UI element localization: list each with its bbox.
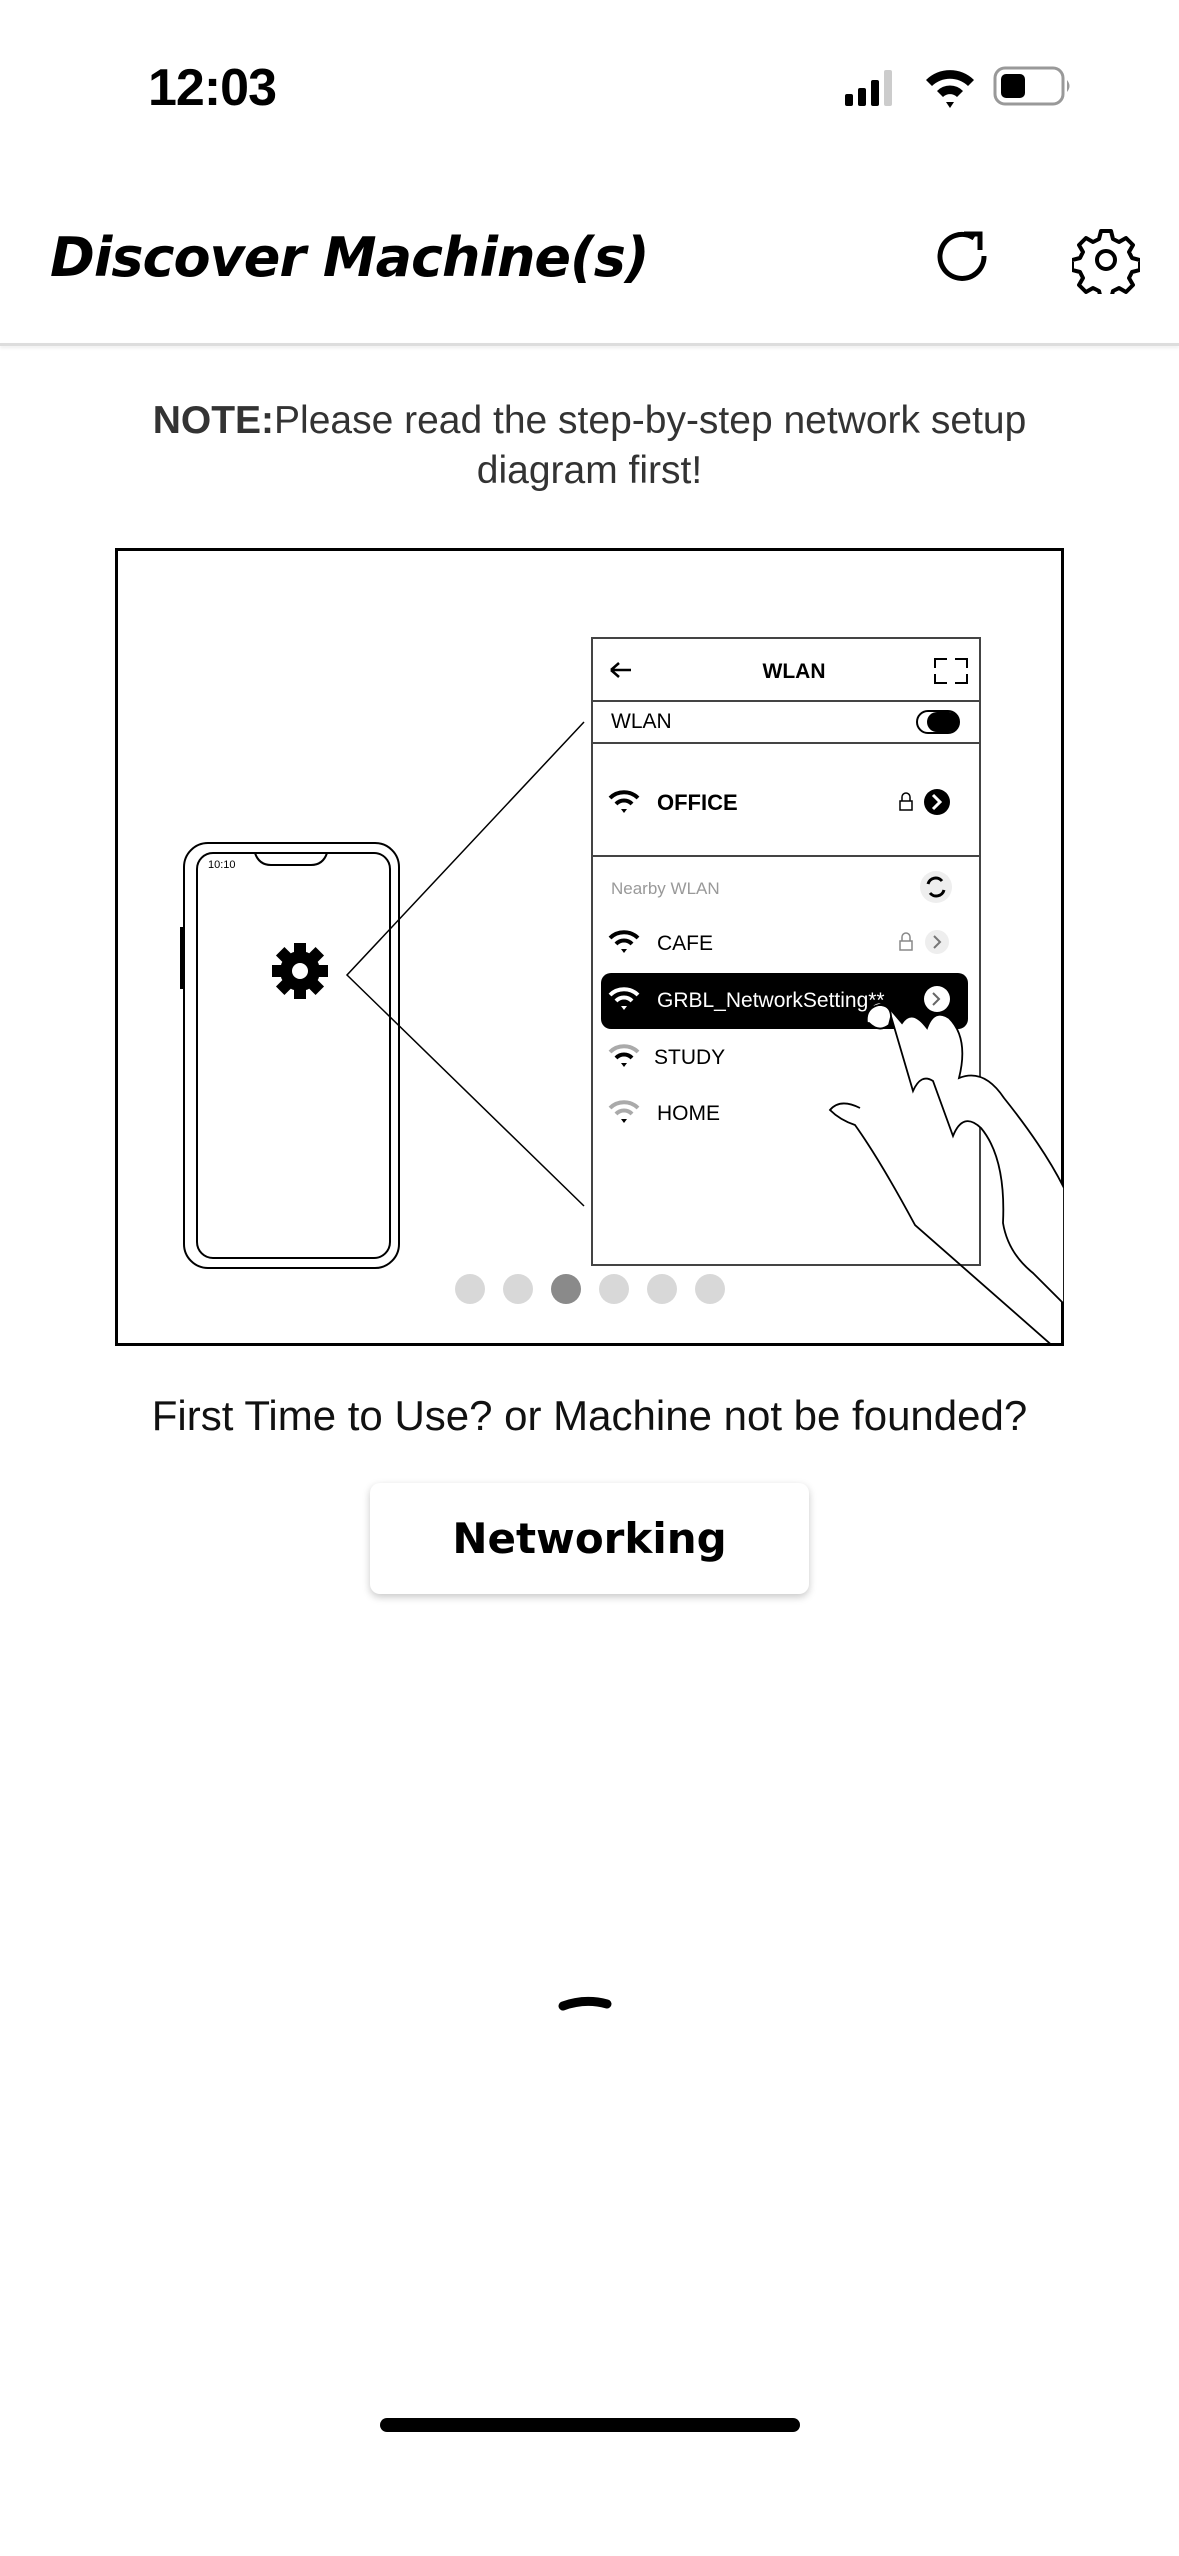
phone-time: 10:10	[208, 859, 236, 871]
gear-icon	[272, 943, 328, 999]
carousel-dot[interactable]	[695, 1274, 725, 1304]
wlan-screen: WLAN WLAN OFFICE Nearby WLAN CAFE GRBL_N…	[591, 637, 981, 1266]
note-text: Please read the step-by-step network set…	[274, 399, 1027, 492]
refresh-icon[interactable]	[930, 226, 996, 292]
carousel-dot[interactable]	[503, 1274, 533, 1304]
note-label: NOTE:	[152, 399, 275, 442]
status-icons	[845, 66, 1070, 108]
status-time: 12:03	[148, 59, 277, 117]
wlan-screen-title: WLAN	[763, 660, 826, 683]
networking-button[interactable]: Networking	[370, 1483, 809, 1594]
network-item: HOME	[657, 1102, 720, 1125]
highlighted-network: GRBL_NetworkSetting**	[657, 989, 885, 1012]
nearby-label: Nearby WLAN	[611, 879, 720, 898]
loading-spinner-icon	[558, 1996, 612, 2011]
chevron-right-icon	[924, 789, 950, 815]
chevron-right-icon	[924, 986, 950, 1012]
carousel-dot[interactable]	[455, 1274, 485, 1304]
carousel-dot[interactable]	[647, 1274, 677, 1304]
first-time-question: First Time to Use? or Machine not be fou…	[151, 1392, 1028, 1439]
gear-icon[interactable]	[1072, 226, 1140, 294]
refresh-icon	[920, 871, 952, 903]
battery-icon	[993, 66, 1070, 106]
carousel-dot[interactable]	[599, 1274, 629, 1304]
network-item: CAFE	[657, 932, 713, 955]
setup-note: NOTE:Please read the step-by-step networ…	[100, 396, 1079, 496]
carousel-dot-active[interactable]	[551, 1274, 581, 1304]
header-divider	[0, 343, 1179, 346]
page-title: Discover Machine(s)	[50, 226, 650, 289]
connected-network: OFFICE	[657, 790, 738, 815]
cellular-signal-icon	[845, 70, 892, 106]
wifi-icon	[926, 70, 974, 108]
wlan-toggle-label: WLAN	[611, 710, 672, 733]
network-item: STUDY	[654, 1046, 725, 1069]
home-indicator[interactable]	[380, 2418, 800, 2432]
chevron-right-icon	[925, 930, 949, 954]
network-setup-diagram[interactable]: 10:10 WLAN WLAN OFFICE Nearby WLAN CAFE …	[115, 548, 1064, 1346]
